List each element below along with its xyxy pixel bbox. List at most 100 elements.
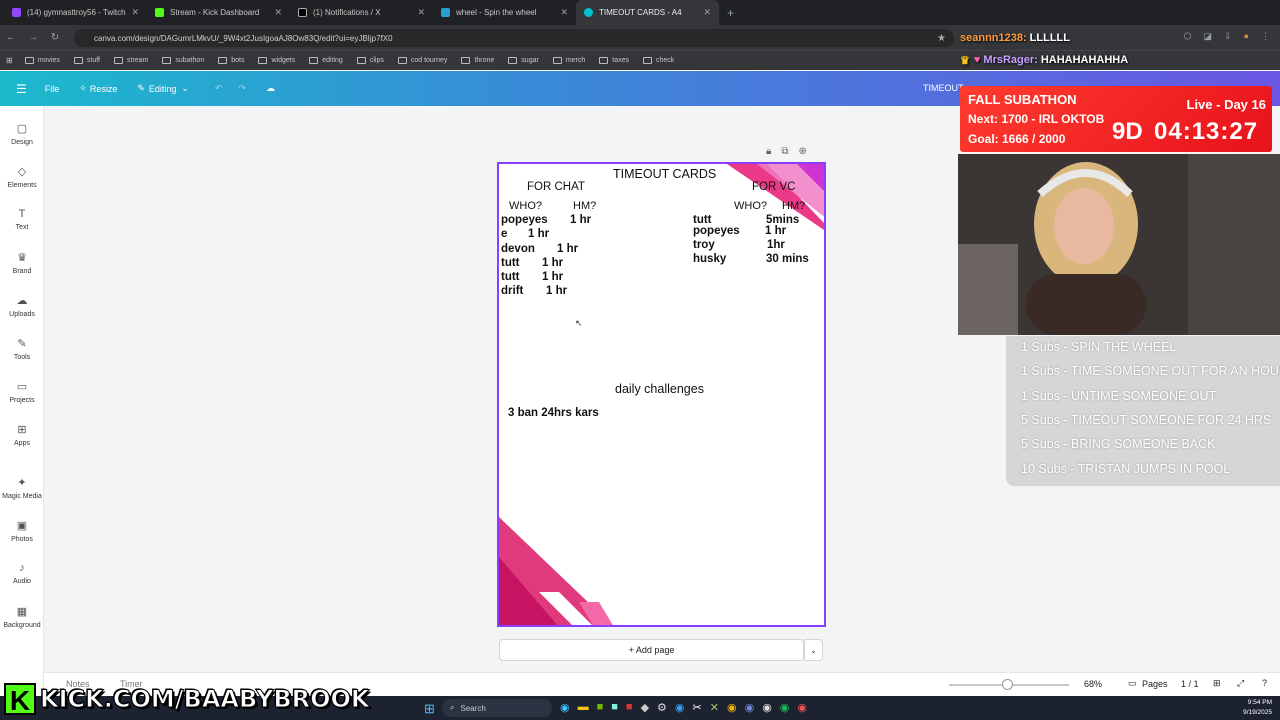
chat-hm-header: HM? <box>573 200 597 212</box>
add-page-button[interactable]: + Add page <box>499 639 804 661</box>
sidebar-item-uploads[interactable]: ☁ Uploads <box>0 294 44 318</box>
sidebar-item-brand[interactable]: ♛ Brand <box>0 251 44 275</box>
add-page-options-chevron-icon[interactable]: ⌄ <box>804 639 823 661</box>
fullscreen-icon[interactable]: ⤢ <box>1237 678 1244 689</box>
back-arrow-icon[interactable]: ← <box>0 32 22 43</box>
bookmark-folder[interactable]: clips <box>356 57 384 64</box>
download-icon[interactable]: ⇩ <box>1224 31 1232 42</box>
bookmark-folder[interactable]: bots <box>218 57 244 64</box>
spotify-icon[interactable]: ◉ <box>780 701 790 714</box>
windows-start-icon[interactable]: ⊞ <box>424 701 435 717</box>
vc-row-who: popeyes <box>693 225 740 237</box>
extension-icon[interactable]: ⬡ <box>1184 31 1192 42</box>
reload-icon[interactable]: ↻ <box>44 32 66 43</box>
browser-tab[interactable]: (14) gymnasttroy56 - Twitch ✕ <box>4 0 147 25</box>
profile-avatar-icon[interactable]: ● <box>1244 31 1249 42</box>
redo-icon[interactable]: ↷ <box>239 83 247 94</box>
pages-button[interactable]: Pages <box>1142 679 1168 689</box>
sidebar-item-audio[interactable]: ♪ Audio <box>0 562 44 585</box>
bookmark-folder[interactable]: widgets <box>258 57 295 64</box>
bookmark-folder[interactable]: merch <box>552 57 585 64</box>
close-tab-icon[interactable]: ✕ <box>560 7 568 18</box>
sidebar-item-text[interactable]: T Text <box>0 208 44 231</box>
capcut-icon[interactable]: ✂ <box>693 701 702 714</box>
bookmark-folder[interactable]: movies <box>24 57 60 64</box>
sidebar-item-background[interactable]: ▦ Background <box>0 605 44 629</box>
live-day: Live - Day 16 <box>1186 97 1267 112</box>
new-tab-icon[interactable]: + <box>727 6 734 20</box>
undo-icon[interactable]: ↶ <box>215 83 223 94</box>
app-icon[interactable]: ◉ <box>797 701 807 714</box>
zoom-slider-handle[interactable] <box>1001 679 1013 690</box>
browser-tab[interactable]: wheel - Spin the wheel ✕ <box>433 0 576 25</box>
duplicate-page-icon[interactable]: ⧉ <box>781 146 788 157</box>
steam-icon[interactable]: ⚙ <box>657 701 667 714</box>
hamburger-menu-icon[interactable]: ☰ <box>16 82 27 96</box>
resize-button[interactable]: ✧ Resize <box>79 83 117 94</box>
file-explorer-icon[interactable]: ▬ <box>578 701 589 714</box>
bookmark-folder[interactable]: editing <box>309 57 343 64</box>
bookmark-folder[interactable]: taxes <box>599 57 629 64</box>
bookmark-folder[interactable]: cod tourney <box>397 57 447 64</box>
add-page-icon[interactable]: ⊕ <box>798 146 806 157</box>
close-tab-icon[interactable]: ✕ <box>703 7 711 18</box>
browser-tab[interactable]: (1) Notifications / X ✕ <box>290 0 433 25</box>
zoom-level[interactable]: 68% <box>1084 679 1102 689</box>
folder-icon <box>508 57 518 64</box>
design-title[interactable]: TIMEOUT <box>923 83 964 93</box>
chrome-icon[interactable]: ◉ <box>727 701 737 714</box>
daily-challenge-item: 3 ban 24hrs kars <box>508 407 599 419</box>
pages-icon[interactable]: ▭ <box>1128 678 1137 689</box>
sidebar-item-photos[interactable]: ▣ Photos <box>0 519 44 543</box>
chat-row-who: devon <box>501 243 535 255</box>
help-icon[interactable]: ? <box>1262 678 1267 688</box>
bookmark-folder[interactable]: sugar <box>508 57 539 64</box>
app-icon[interactable]: ◉ <box>675 701 685 714</box>
bookmark-star-icon[interactable]: ★ <box>937 33 946 44</box>
app-icon[interactable]: ■ <box>626 701 633 714</box>
nvidia-icon[interactable]: ■ <box>597 701 604 714</box>
app-icon[interactable]: ◆ <box>641 701 649 714</box>
bookmark-folder[interactable]: stuff <box>73 57 100 64</box>
clock-time[interactable]: 9:54 PM <box>1243 698 1272 708</box>
close-tab-icon[interactable]: ✕ <box>417 7 425 18</box>
apps-grid-icon[interactable]: ⊞ <box>6 56 13 65</box>
obs-icon[interactable]: ◉ <box>762 701 772 714</box>
url-input[interactable]: canva.com/design/DAGumrLMkvU/_9W4xt2JusI… <box>74 29 954 47</box>
close-tab-icon[interactable]: ✕ <box>131 7 139 18</box>
bookmark-folder[interactable]: throne <box>461 57 494 64</box>
lock-icon[interactable]: 🔒︎ <box>766 146 771 157</box>
bookmark-folder[interactable]: check <box>643 57 674 64</box>
browser-tab-active[interactable]: TIMEOUT CARDS - A4 ✕ <box>576 0 719 25</box>
forward-arrow-icon[interactable]: → <box>22 32 44 43</box>
sidebar-item-design[interactable]: ▢ Design <box>0 122 44 146</box>
extension-icon[interactable]: ◪ <box>1204 31 1213 42</box>
sidebar-item-elements[interactable]: ◇ Elements <box>0 165 44 189</box>
sidebar-item-tools[interactable]: ✎ Tools <box>0 337 44 361</box>
streamlabs-icon[interactable]: ■ <box>611 701 618 714</box>
url-text: canva.com/design/DAGumrLMkvU/_9W4xt2JusI… <box>94 33 393 43</box>
sidebar-item-magic-media[interactable]: ✦ Magic Media <box>0 476 44 500</box>
chat-row-who: tutt <box>501 257 520 269</box>
menu-dots-icon[interactable]: ⋮ <box>1261 31 1270 42</box>
close-tab-icon[interactable]: ✕ <box>274 7 282 18</box>
browser-tab[interactable]: Stream - Kick Dashboard ✕ <box>147 0 290 25</box>
taskbar-search[interactable]: ⌕ Search <box>442 699 552 717</box>
tab-label: Stream - Kick Dashboard <box>170 8 260 17</box>
sidebar-item-apps[interactable]: ⊞ Apps <box>0 423 44 447</box>
edge-icon[interactable]: ◉ <box>560 701 570 714</box>
design-page[interactable]: TIMEOUT CARDS FOR CHAT FOR VC WHO? HM? W… <box>497 162 826 627</box>
cloud-save-icon[interactable]: ☁ <box>266 83 275 94</box>
grid-view-icon[interactable]: ⊞ <box>1213 678 1221 689</box>
chat-row-who: drift <box>501 285 524 297</box>
bookmark-folder[interactable]: subathon <box>162 57 204 64</box>
app-icon[interactable]: ✕ <box>710 701 719 714</box>
sidebar-item-projects[interactable]: ▭ Projects <box>0 380 44 404</box>
webcam-scene <box>958 154 1280 335</box>
discord-icon[interactable]: ◉ <box>745 701 755 714</box>
page-toolbar: 🔒︎ ⧉ ⊕ <box>766 146 807 157</box>
editing-mode-button[interactable]: ✎ Editing ⌄ <box>137 83 189 94</box>
clock-date[interactable]: 9/19/2025 <box>1243 708 1272 718</box>
bookmark-folder[interactable]: stream <box>114 57 148 64</box>
file-menu-button[interactable]: File <box>45 84 60 94</box>
